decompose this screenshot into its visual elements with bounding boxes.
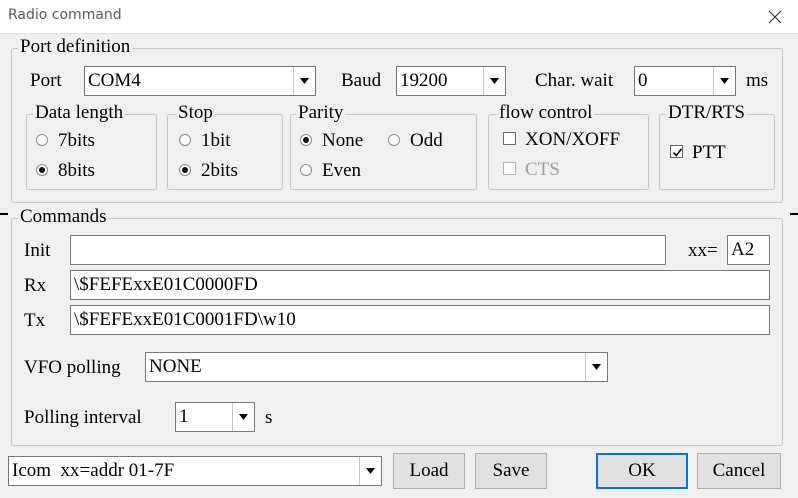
vfo-polling-dropdown-button[interactable] (585, 353, 607, 381)
vfo-polling-value: NONE (149, 356, 202, 377)
vfo-polling-select[interactable]: NONE (145, 352, 608, 382)
port-dropdown-button[interactable] (293, 67, 315, 95)
checkbox-cts: CTS (503, 159, 560, 181)
tx-label: Tx (24, 310, 46, 331)
commands-legend: Commands (18, 206, 109, 227)
ok-button[interactable]: OK (596, 453, 688, 489)
checkbox-ptt[interactable]: PTT (670, 142, 726, 164)
radio-odd-indicator (388, 133, 400, 146)
tx-input[interactable]: \$FEFExxE01C0001FD\w10 (70, 305, 770, 335)
xx-label: xx= (688, 240, 718, 261)
close-icon (768, 10, 782, 24)
preset-select[interactable]: Icom xx=addr 01-7F (8, 456, 382, 486)
title-bar: Radio command (0, 0, 798, 34)
port-definition-legend: Port definition (18, 36, 133, 57)
chevron-down-icon (300, 78, 309, 84)
baud-select[interactable]: 19200 (396, 66, 506, 96)
char-wait-label: Char. wait (535, 70, 614, 91)
checkbox-ptt-box (670, 145, 683, 159)
char-wait-value: 0 (638, 70, 648, 91)
radio-1bit-label: 1bit (201, 130, 231, 151)
chevron-down-icon (490, 78, 499, 84)
radio-1bit-indicator (179, 133, 191, 146)
chevron-down-icon (592, 364, 601, 370)
baud-label: Baud (341, 70, 382, 91)
baud-value: 19200 (400, 70, 448, 91)
radio-odd-label: Odd (410, 130, 443, 151)
radio-1bit[interactable]: 1bit (179, 130, 231, 152)
cancel-button[interactable]: Cancel (697, 453, 781, 489)
chevron-down-icon (239, 414, 248, 420)
chevron-down-icon (720, 78, 729, 84)
parity-legend: Parity (296, 102, 346, 123)
port-value: COM4 (88, 70, 141, 91)
radio-8bits-indicator (36, 163, 48, 176)
dtr-rts-legend: DTR/RTS (666, 102, 747, 123)
vfo-polling-label: VFO polling (24, 357, 121, 378)
radio-2bits[interactable]: 2bits (179, 160, 238, 182)
save-button[interactable]: Save (475, 453, 547, 489)
init-input[interactable] (70, 235, 666, 265)
checkbox-cts-label: CTS (525, 159, 560, 180)
radio-none[interactable]: None (300, 130, 363, 152)
checkbox-ptt-label: PTT (692, 142, 726, 163)
preset-dropdown-button[interactable] (359, 457, 381, 485)
load-button[interactable]: Load (393, 453, 465, 489)
radio-even-indicator (300, 163, 312, 176)
close-button[interactable] (752, 0, 798, 34)
radio-7bits-indicator (36, 133, 48, 146)
checkmark-icon (672, 148, 683, 157)
radio-2bits-label: 2bits (201, 160, 238, 181)
checkbox-xon-xoff-box (503, 132, 516, 146)
stop-legend: Stop (176, 102, 215, 123)
radio-none-label: None (322, 130, 364, 151)
radio-8bits-label: 8bits (58, 160, 95, 181)
rx-label: Rx (24, 275, 47, 296)
rx-input[interactable]: \$FEFExxE01C0000FD (70, 270, 770, 300)
radio-odd[interactable]: Odd (388, 130, 443, 152)
char-wait-dropdown-button[interactable] (713, 67, 735, 95)
polling-interval-unit: s (265, 407, 273, 428)
polling-interval-label: Polling interval (24, 407, 142, 428)
window-title: Radio command (8, 7, 122, 23)
port-label: Port (30, 70, 62, 91)
char-wait-select[interactable]: 0 (634, 66, 736, 96)
polling-interval-select[interactable]: 1 (175, 402, 255, 432)
polling-interval-dropdown-button[interactable] (232, 403, 254, 431)
radio-7bits-label: 7bits (58, 130, 95, 151)
radio-7bits[interactable]: 7bits (36, 130, 95, 152)
radio-none-indicator (300, 133, 312, 146)
init-label: Init (24, 240, 51, 261)
checkbox-xon-xoff-label: XON/XOFF (525, 129, 621, 150)
flow-control-legend: flow control (497, 102, 595, 123)
checkbox-cts-box (503, 162, 516, 176)
char-wait-unit: ms (746, 70, 769, 91)
data-length-legend: Data length (33, 102, 126, 123)
polling-interval-value: 1 (179, 406, 189, 427)
xx-input[interactable]: A2 (727, 235, 770, 265)
radio-even[interactable]: Even (300, 160, 361, 182)
preset-value: Icom xx=addr 01-7F (12, 460, 175, 481)
edge-marker (0, 213, 8, 215)
radio-even-label: Even (322, 160, 362, 181)
port-select[interactable]: COM4 (84, 66, 316, 96)
chevron-down-icon (366, 468, 375, 474)
edge-marker (790, 213, 798, 215)
radio-8bits[interactable]: 8bits (36, 160, 95, 182)
baud-dropdown-button[interactable] (483, 67, 505, 95)
radio-2bits-indicator (179, 163, 191, 176)
checkbox-xon-xoff[interactable]: XON/XOFF (503, 129, 620, 151)
